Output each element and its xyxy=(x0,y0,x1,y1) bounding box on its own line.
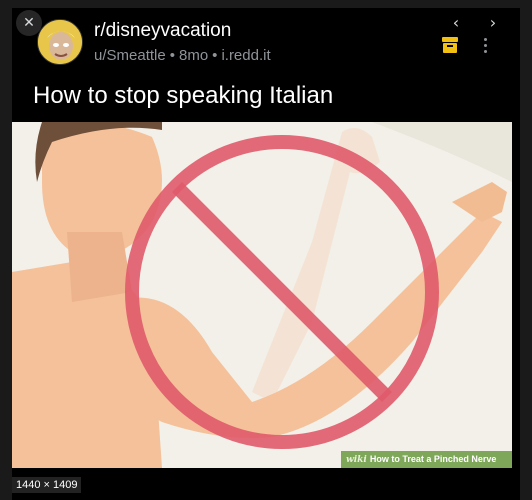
watermark: wiki How to Treat a Pinched Nerve xyxy=(341,451,512,468)
illustration xyxy=(12,122,512,468)
close-icon: ✕ xyxy=(23,15,35,31)
author-link[interactable]: u/Smeattle xyxy=(94,47,166,64)
save-icon xyxy=(442,37,458,53)
image-dimensions-badge: 1440 × 1409 xyxy=(12,477,82,493)
chevron-right-icon: › xyxy=(489,13,497,32)
post-image[interactable] xyxy=(12,122,512,468)
post-title[interactable]: How to stop speaking Italian xyxy=(33,82,333,110)
post-domain[interactable]: i.redd.it xyxy=(221,47,270,64)
avatar-image xyxy=(38,20,82,64)
more-options-button[interactable] xyxy=(481,36,489,56)
separator: • xyxy=(169,47,175,64)
previous-button[interactable]: ‹ xyxy=(444,11,468,35)
watermark-text: How to Treat a Pinched Nerve xyxy=(369,454,497,464)
chevron-left-icon: ‹ xyxy=(452,13,460,32)
avatar[interactable] xyxy=(37,19,83,65)
post-age: 8mo xyxy=(178,47,209,64)
watermark-prefix: wiki xyxy=(346,455,367,465)
more-icon xyxy=(481,38,489,53)
post-meta: u/Smeattle • 8mo • i.redd.it xyxy=(94,47,271,64)
save-button[interactable] xyxy=(441,36,459,54)
next-button[interactable]: › xyxy=(481,11,505,35)
subreddit-name[interactable]: r/disneyvacation xyxy=(94,20,231,42)
separator: • xyxy=(212,47,218,64)
